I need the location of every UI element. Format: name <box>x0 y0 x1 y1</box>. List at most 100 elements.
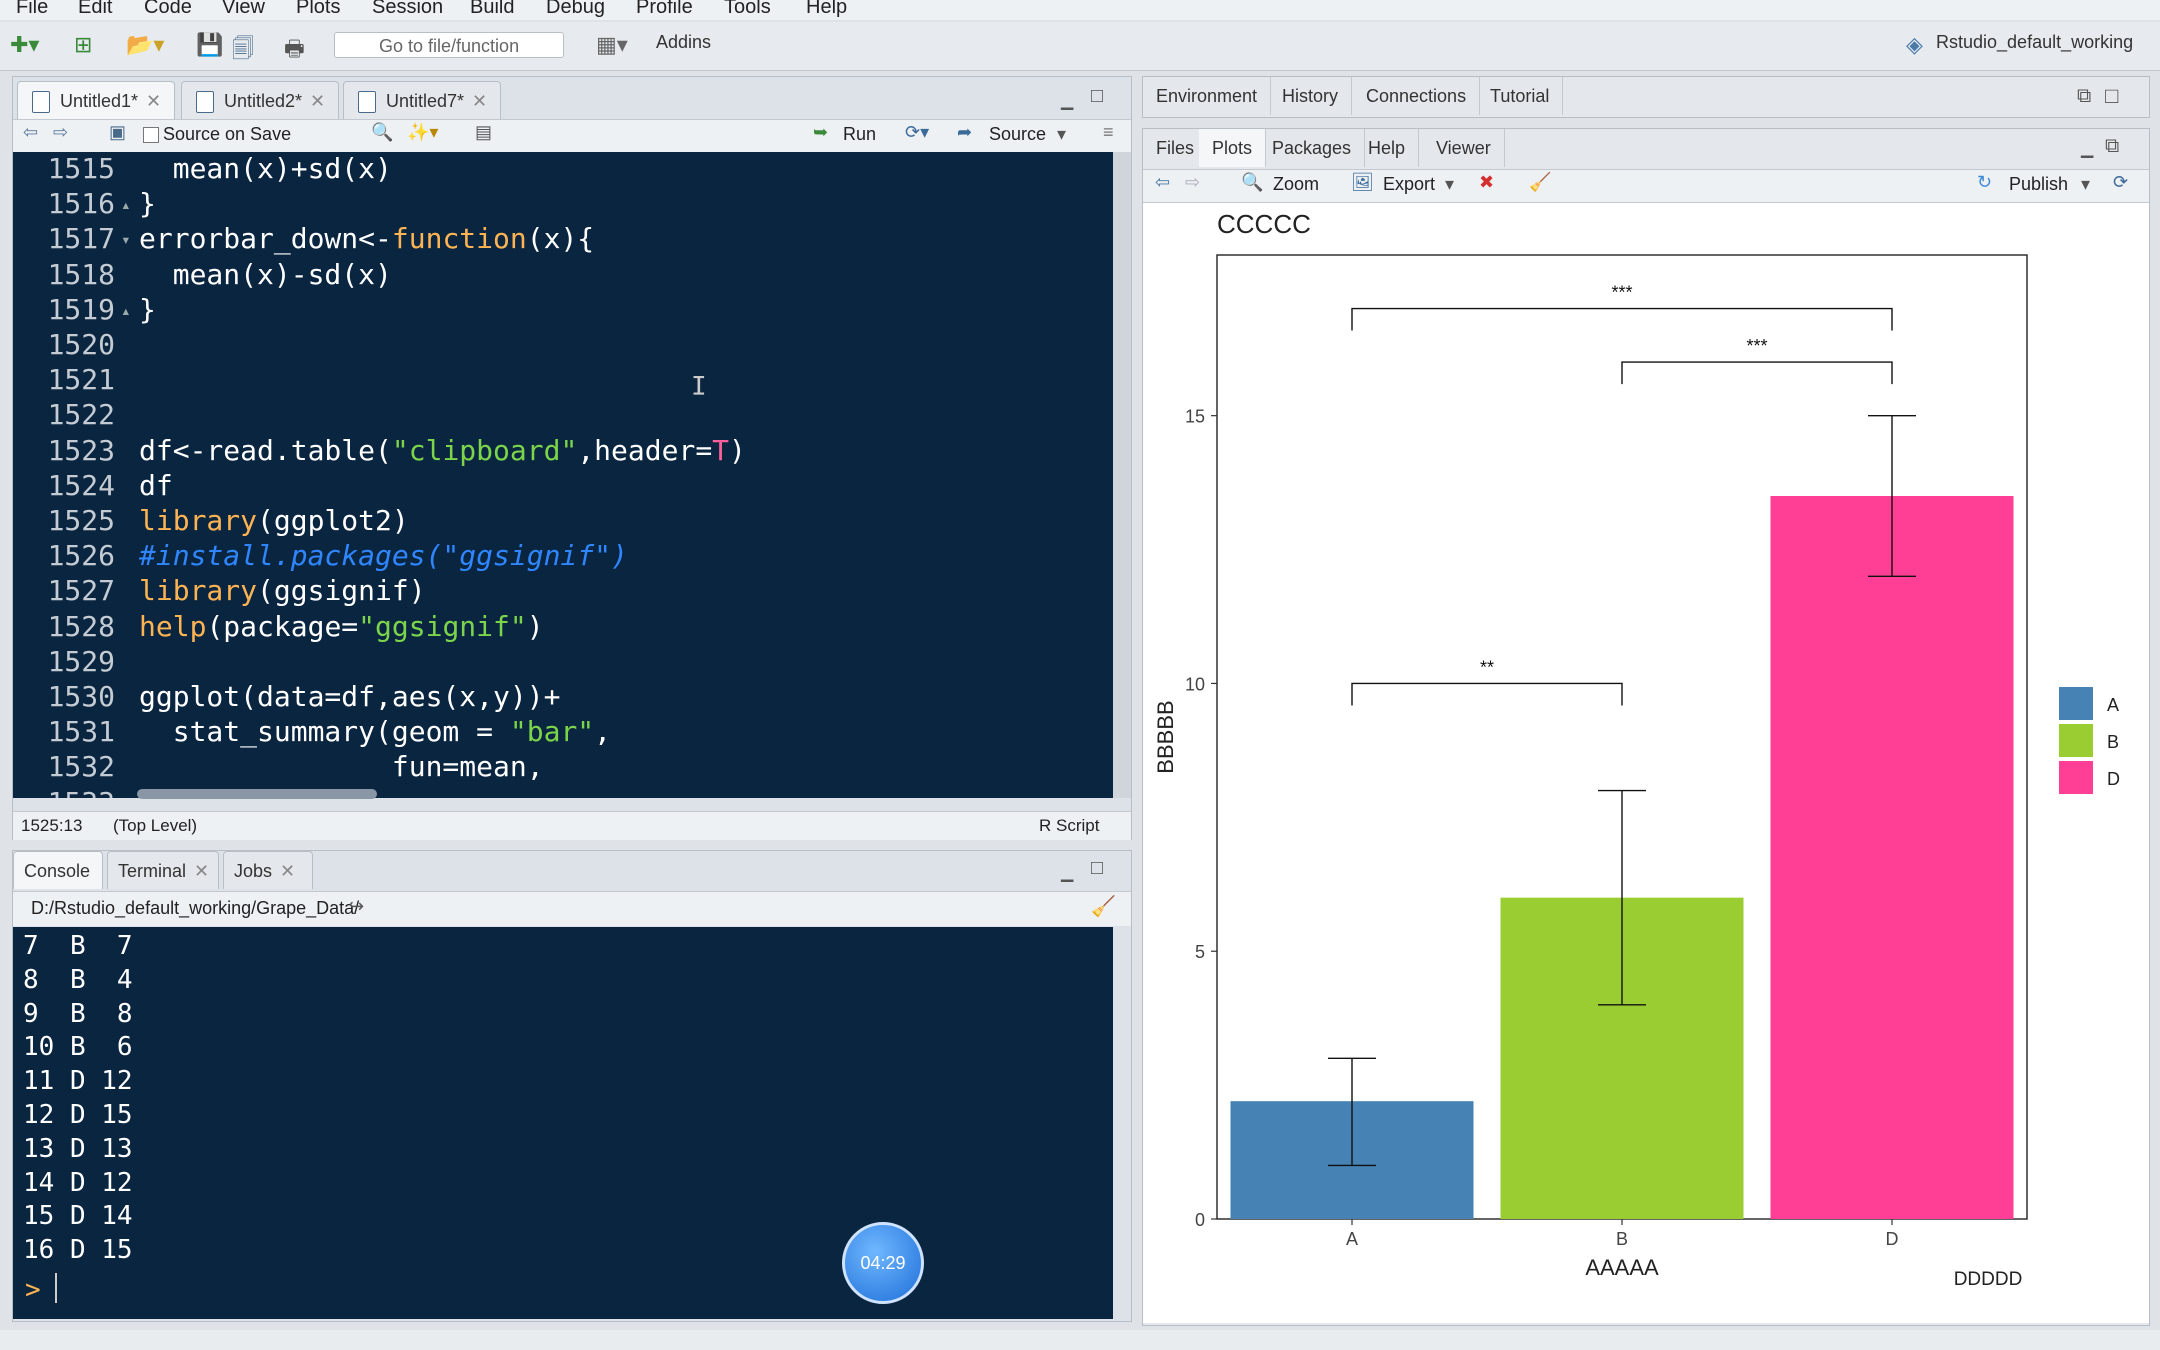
run-icon[interactable]: ➥ <box>813 122 828 143</box>
menu-code[interactable]: Code <box>144 0 192 19</box>
source-button[interactable]: Source <box>989 124 1046 145</box>
new-project-icon[interactable]: ⊞ <box>74 32 92 58</box>
menu-tools[interactable]: Tools <box>724 0 771 19</box>
r-file-icon <box>358 91 376 113</box>
export-icon[interactable]: 🖼 <box>1351 172 1374 193</box>
tab-untitled2[interactable]: Untitled2* ✕ <box>181 81 339 119</box>
broom-icon[interactable]: 🧹 <box>1091 894 1116 919</box>
minimize-icon[interactable]: ▁ <box>1061 91 1073 111</box>
broom-icon[interactable]: 🧹 <box>1529 172 1551 193</box>
tab-terminal[interactable]: Terminal ✕ <box>107 851 219 889</box>
tab-help[interactable]: Help <box>1355 129 1420 167</box>
export-button[interactable]: Export <box>1383 174 1435 195</box>
search-icon[interactable]: 🔍 <box>371 122 393 143</box>
publish-button[interactable]: Publish <box>2009 174 2068 195</box>
console-line: 11 D 12 <box>23 1066 133 1097</box>
tab-tutorial[interactable]: Tutorial <box>1477 77 1564 115</box>
close-icon[interactable]: ✕ <box>472 91 487 111</box>
tab-packages[interactable]: Packages <box>1259 129 1366 167</box>
working-directory[interactable]: D:/Rstudio_default_working/Grape_Data/ <box>31 898 359 919</box>
menu-plots[interactable]: Plots <box>296 0 340 19</box>
publish-icon[interactable]: ↻ <box>1977 172 1992 193</box>
tab-viewer[interactable]: Viewer <box>1423 129 1505 167</box>
grid-layout-icon[interactable]: ▦▾ <box>596 32 628 58</box>
console-line: 8 B 4 <box>23 964 133 995</box>
minimize-icon[interactable]: ▁ <box>2081 139 2093 159</box>
bar-d <box>1770 496 2014 1219</box>
next-plot-icon[interactable]: ⇨ <box>1185 172 1200 193</box>
menu-help[interactable]: Help <box>806 0 847 19</box>
console-line: 10 B 6 <box>23 1032 133 1063</box>
zoom-icon[interactable]: 🔍 <box>1241 172 1263 193</box>
console-output[interactable]: 7 B 78 B 49 B 8 10 B 6 11 D 12 12 D 15 13 D … <box>13 927 1113 1319</box>
restore-icon[interactable]: ⧉ <box>2077 85 2091 108</box>
code-line: mean(x)+sd(x) <box>139 152 392 185</box>
horizontal-scrollbar[interactable] <box>137 789 377 799</box>
fold-toggle-icon[interactable]: ▴ <box>121 301 131 320</box>
go-to-directory-icon[interactable]: ↪ <box>349 896 364 917</box>
menu-profile[interactable]: Profile <box>636 0 693 19</box>
menu-view[interactable]: View <box>222 0 265 19</box>
file-type-selector[interactable]: R Script <box>1039 816 1099 836</box>
fold-toggle-icon[interactable]: ▾ <box>121 230 131 249</box>
chevron-down-icon[interactable]: ▾ <box>1445 174 1454 195</box>
minimize-icon[interactable]: ▁ <box>1061 863 1073 883</box>
tab-console[interactable]: Console <box>13 851 103 889</box>
addins-menu[interactable]: Addins <box>656 32 711 58</box>
save-icon[interactable]: 💾 <box>196 32 223 58</box>
close-icon[interactable]: ✕ <box>194 861 209 881</box>
refresh-icon[interactable]: ⟳ <box>2113 172 2128 193</box>
close-icon[interactable]: ✕ <box>310 91 325 111</box>
menu-edit[interactable]: Edit <box>78 0 112 19</box>
line-number: 1520 <box>47 328 115 361</box>
tab-connections[interactable]: Connections <box>1353 77 1481 115</box>
previous-plot-icon[interactable]: ⇦ <box>1155 172 1170 193</box>
close-icon[interactable]: ✕ <box>280 861 295 881</box>
outline-icon[interactable]: ≡ <box>1103 122 1114 143</box>
source-icon[interactable]: ➦ <box>957 122 972 143</box>
main-toolbar: ✚▾ ⊞ 📂▾ 💾 🗐 🖶 ▦▾ Addins ◈ Rstudio_defaul… <box>0 22 2160 71</box>
source-on-save-checkbox[interactable] <box>143 127 159 143</box>
zoom-button[interactable]: Zoom <box>1273 174 1319 195</box>
rerun-icon[interactable]: ⟳▾ <box>905 122 929 143</box>
timer-badge[interactable]: 04:29 <box>842 1222 924 1304</box>
maximize-icon[interactable]: □ <box>1091 857 1103 880</box>
menu-file[interactable]: File <box>16 0 48 19</box>
goto-file-input[interactable]: Go to file/function <box>334 32 564 58</box>
tab-label: Jobs <box>234 861 273 881</box>
menu-debug[interactable]: Debug <box>546 0 605 19</box>
run-button[interactable]: Run <box>843 124 876 145</box>
tab-untitled1[interactable]: Untitled1* ✕ <box>17 81 175 119</box>
tab-plots[interactable]: Plots <box>1199 129 1267 167</box>
menu-build[interactable]: Build <box>470 0 514 19</box>
maximize-icon[interactable]: □ <box>1091 85 1103 108</box>
code-editor[interactable]: 1515 mean(x)+sd(x) 1516 ▴} 1517 ▾ errorbar_do… <box>13 152 1113 798</box>
new-file-icon[interactable]: ✚▾ <box>10 32 39 58</box>
magic-wand-icon[interactable]: ✨▾ <box>407 122 438 143</box>
chevron-down-icon[interactable]: ▾ <box>1057 124 1066 145</box>
forward-icon[interactable]: ⇨ <box>53 122 68 143</box>
tab-jobs[interactable]: Jobs ✕ <box>223 851 313 889</box>
compile-report-icon[interactable]: ▤ <box>475 122 492 143</box>
maximize-icon[interactable]: □ <box>2105 83 2118 109</box>
restore-icon[interactable]: ⧉ <box>2105 135 2119 158</box>
remove-plot-icon[interactable]: ✖ <box>1479 172 1494 193</box>
close-icon[interactable]: ✕ <box>146 91 161 111</box>
project-menu[interactable]: Rstudio_default_working <box>1936 32 2133 58</box>
print-icon[interactable]: 🖶 <box>284 32 305 61</box>
back-icon[interactable]: ⇦ <box>23 122 38 143</box>
code-line: ggplot(data=df,aes(x,y))+ <box>139 680 561 713</box>
open-folder-icon[interactable]: 📂▾ <box>126 32 164 58</box>
fold-toggle-icon[interactable]: ▴ <box>121 195 131 214</box>
line-number: 1523 <box>47 433 115 467</box>
save-all-icon[interactable]: 🗐 <box>232 32 254 61</box>
vertical-scrollbar[interactable] <box>1113 152 1131 798</box>
tab-untitled7[interactable]: Untitled7* ✕ <box>343 81 501 119</box>
tab-history[interactable]: History <box>1269 77 1353 115</box>
chevron-down-icon[interactable]: ▾ <box>2081 174 2090 195</box>
tab-environment[interactable]: Environment <box>1143 77 1272 115</box>
menu-session[interactable]: Session <box>372 0 443 19</box>
scope-selector[interactable]: (Top Level) <box>113 816 197 836</box>
save-icon[interactable]: ▣ <box>109 122 126 143</box>
tab-label: Untitled1* <box>60 91 139 111</box>
